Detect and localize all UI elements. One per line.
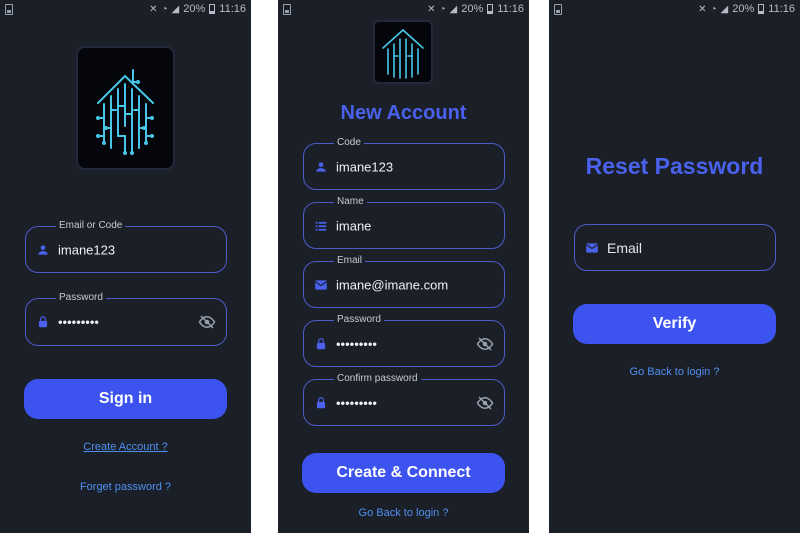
battery-percent: 20% (183, 3, 206, 15)
battery-icon (209, 4, 216, 14)
mail-icon (314, 279, 328, 290)
wifi-icon: ◔ (710, 3, 717, 15)
name-field[interactable]: Name imane (303, 195, 505, 249)
confirm-password-field[interactable]: Confirm password ••••••••• (303, 372, 505, 426)
wifi-icon: ◔ (439, 3, 446, 15)
name-label: Name (334, 195, 367, 209)
email-or-code-value: imane123 (58, 242, 116, 257)
reset-password-title: Reset Password (585, 153, 764, 179)
circuit-house-logo (373, 20, 433, 84)
sign-in-button[interactable]: Sign in (24, 379, 227, 419)
lock-icon (316, 396, 326, 408)
lock-icon (316, 337, 326, 349)
code-value: imane123 (336, 159, 394, 174)
create-connect-button[interactable]: Create & Connect (302, 453, 505, 493)
signal-icon: ◢ (720, 3, 729, 15)
new-account-title: New Account (340, 102, 467, 124)
circuit-house-icon (382, 28, 424, 79)
name-value: imane (336, 218, 372, 233)
eye-off-icon[interactable] (476, 335, 494, 353)
back-to-login-link[interactable]: Go Back to login ? (549, 366, 800, 378)
password-value: ••••••••• (336, 336, 377, 351)
email-field[interactable]: Email imane@imane.com (303, 254, 505, 308)
wifi-icon: ◔ (161, 3, 168, 15)
status-bar: ✕ ◔ ◢ 20% 11:16 (278, 0, 529, 20)
password-label: Password (56, 291, 106, 305)
signal-icon: ◢ (171, 3, 180, 15)
reset-email-placeholder: Email (607, 239, 643, 256)
email-or-code-label: Email or Code (56, 219, 126, 233)
login-screen: ✕ ◔ ◢ 20% 11:16 Email or Code imane123 P… (0, 0, 251, 533)
email-label: Email (334, 254, 366, 268)
battery-percent: 20% (732, 3, 755, 15)
status-bar: ✕ ◔ ◢ 20% 11:16 (0, 0, 251, 20)
clock: 11:16 (768, 3, 795, 15)
mute-icon: ✕ (427, 3, 436, 15)
sim-icon (283, 4, 291, 15)
battery-icon (487, 4, 494, 14)
verify-button[interactable]: Verify (573, 304, 776, 344)
email-value: imane@imane.com (336, 277, 449, 292)
clock: 11:16 (497, 3, 524, 15)
eye-off-icon[interactable] (476, 394, 494, 412)
password-field[interactable]: Password ••••••••• (25, 291, 227, 346)
mute-icon: ✕ (698, 3, 707, 15)
battery-icon (758, 4, 765, 14)
sim-icon (5, 4, 13, 15)
password-value: ••••••••• (58, 314, 99, 330)
eye-off-icon[interactable] (198, 313, 216, 331)
mail-icon (585, 242, 599, 253)
list-icon (315, 221, 327, 231)
circuit-house-logo (76, 46, 175, 170)
battery-percent: 20% (461, 3, 484, 15)
mute-icon: ✕ (149, 3, 158, 15)
reset-email-field[interactable]: Email (574, 224, 776, 271)
new-account-screen: ✕ ◔ ◢ 20% 11:16 New Account Code imane12… (278, 0, 529, 533)
person-icon (38, 244, 48, 255)
person-icon (316, 161, 326, 172)
code-field[interactable]: Code imane123 (303, 136, 505, 190)
back-to-login-link[interactable]: Go Back to login ? (278, 507, 529, 519)
lock-icon (38, 316, 48, 328)
reset-password-screen: ✕ ◔ ◢ 20% 11:16 Reset Password Email Ver… (549, 0, 800, 533)
confirm-password-label: Confirm password (334, 372, 421, 386)
sim-icon (554, 4, 562, 15)
email-or-code-field[interactable]: Email or Code imane123 (25, 219, 227, 273)
signal-icon: ◢ (449, 3, 458, 15)
password-label: Password (334, 313, 384, 327)
password-field[interactable]: Password ••••••••• (303, 313, 505, 367)
create-account-link[interactable]: Create Account ? (0, 441, 251, 453)
code-label: Code (334, 136, 364, 150)
status-bar: ✕ ◔ ◢ 20% 11:16 (549, 0, 800, 20)
confirm-password-value: ••••••••• (336, 395, 377, 410)
forgot-password-link[interactable]: Forget password ? (0, 481, 251, 493)
circuit-house-icon (96, 69, 154, 155)
clock: 11:16 (219, 3, 246, 15)
